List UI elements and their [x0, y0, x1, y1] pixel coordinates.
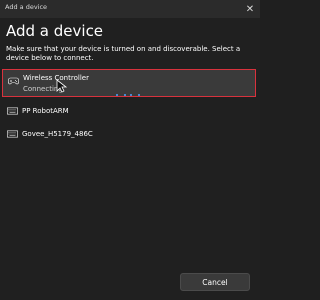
instructions-text: Make sure that your device is turned on … [6, 45, 241, 62]
device-item-wireless-controller[interactable]: Wireless Controller Connecting [2, 69, 256, 97]
gamepad-icon [8, 77, 19, 85]
device-name: Govee_H5179_486C [22, 130, 93, 138]
add-device-dialog: Add a device ✕ Add a device Make sure th… [0, 0, 260, 300]
device-item-govee[interactable]: Govee_H5179_486C [2, 124, 256, 152]
page-title: Add a device [6, 22, 104, 40]
keyboard-icon [7, 130, 18, 138]
window-title: Add a device [5, 3, 48, 11]
device-name: PP RobotARM [22, 107, 69, 115]
cancel-button[interactable]: Cancel [180, 273, 250, 291]
keyboard-icon [7, 107, 18, 115]
mouse-cursor-icon [56, 79, 68, 93]
connecting-progress-indicator [116, 94, 146, 96]
title-bar: Add a device ✕ [0, 0, 260, 18]
close-button[interactable]: ✕ [242, 1, 258, 17]
